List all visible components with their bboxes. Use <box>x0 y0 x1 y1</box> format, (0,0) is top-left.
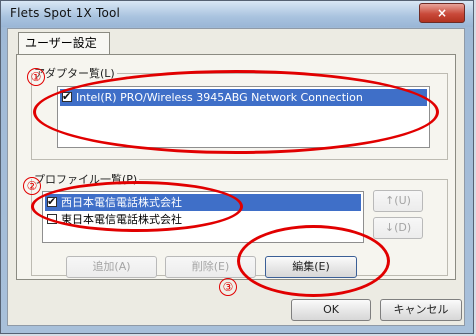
window-title: Flets Spot 1X Tool <box>10 6 121 20</box>
ok-button[interactable]: OK <box>291 299 371 321</box>
checkbox[interactable] <box>62 88 72 105</box>
list-item[interactable]: 西日本電信電話株式会社 <box>45 193 361 211</box>
profile-list-label: プロファイル一覧(P) <box>34 173 138 186</box>
profile-name: 東日本電信電話株式会社 <box>61 213 182 226</box>
move-up-button[interactable]: ↑(U) <box>373 190 423 212</box>
edit-button[interactable]: 編集(E) <box>265 256 357 278</box>
profile-name: 西日本電信電話株式会社 <box>61 196 182 209</box>
list-item[interactable]: 東日本電信電話株式会社 <box>45 211 361 228</box>
delete-button[interactable]: 削除(E) <box>165 256 256 278</box>
title-bar[interactable]: Flets Spot 1X Tool × <box>1 1 473 27</box>
tab-user-settings[interactable]: ユーザー設定 <box>18 32 110 54</box>
checkbox[interactable] <box>47 193 57 210</box>
close-button[interactable]: × <box>419 3 465 23</box>
adapter-name: Intel(R) PRO/Wireless 3945ABG Network Co… <box>76 91 363 104</box>
add-button[interactable]: 追加(A) <box>66 256 157 278</box>
move-down-button[interactable]: ↓(D) <box>373 217 423 239</box>
list-item[interactable]: Intel(R) PRO/Wireless 3945ABG Network Co… <box>60 88 427 106</box>
adapter-listbox[interactable]: Intel(R) PRO/Wireless 3945ABG Network Co… <box>57 86 430 148</box>
cancel-button[interactable]: キャンセル <box>380 299 462 321</box>
checkbox[interactable] <box>47 214 57 224</box>
adapter-list-label: アダプター覧(L) <box>34 67 115 80</box>
profile-listbox[interactable]: 西日本電信電話株式会社 東日本電信電話株式会社 <box>42 191 364 243</box>
